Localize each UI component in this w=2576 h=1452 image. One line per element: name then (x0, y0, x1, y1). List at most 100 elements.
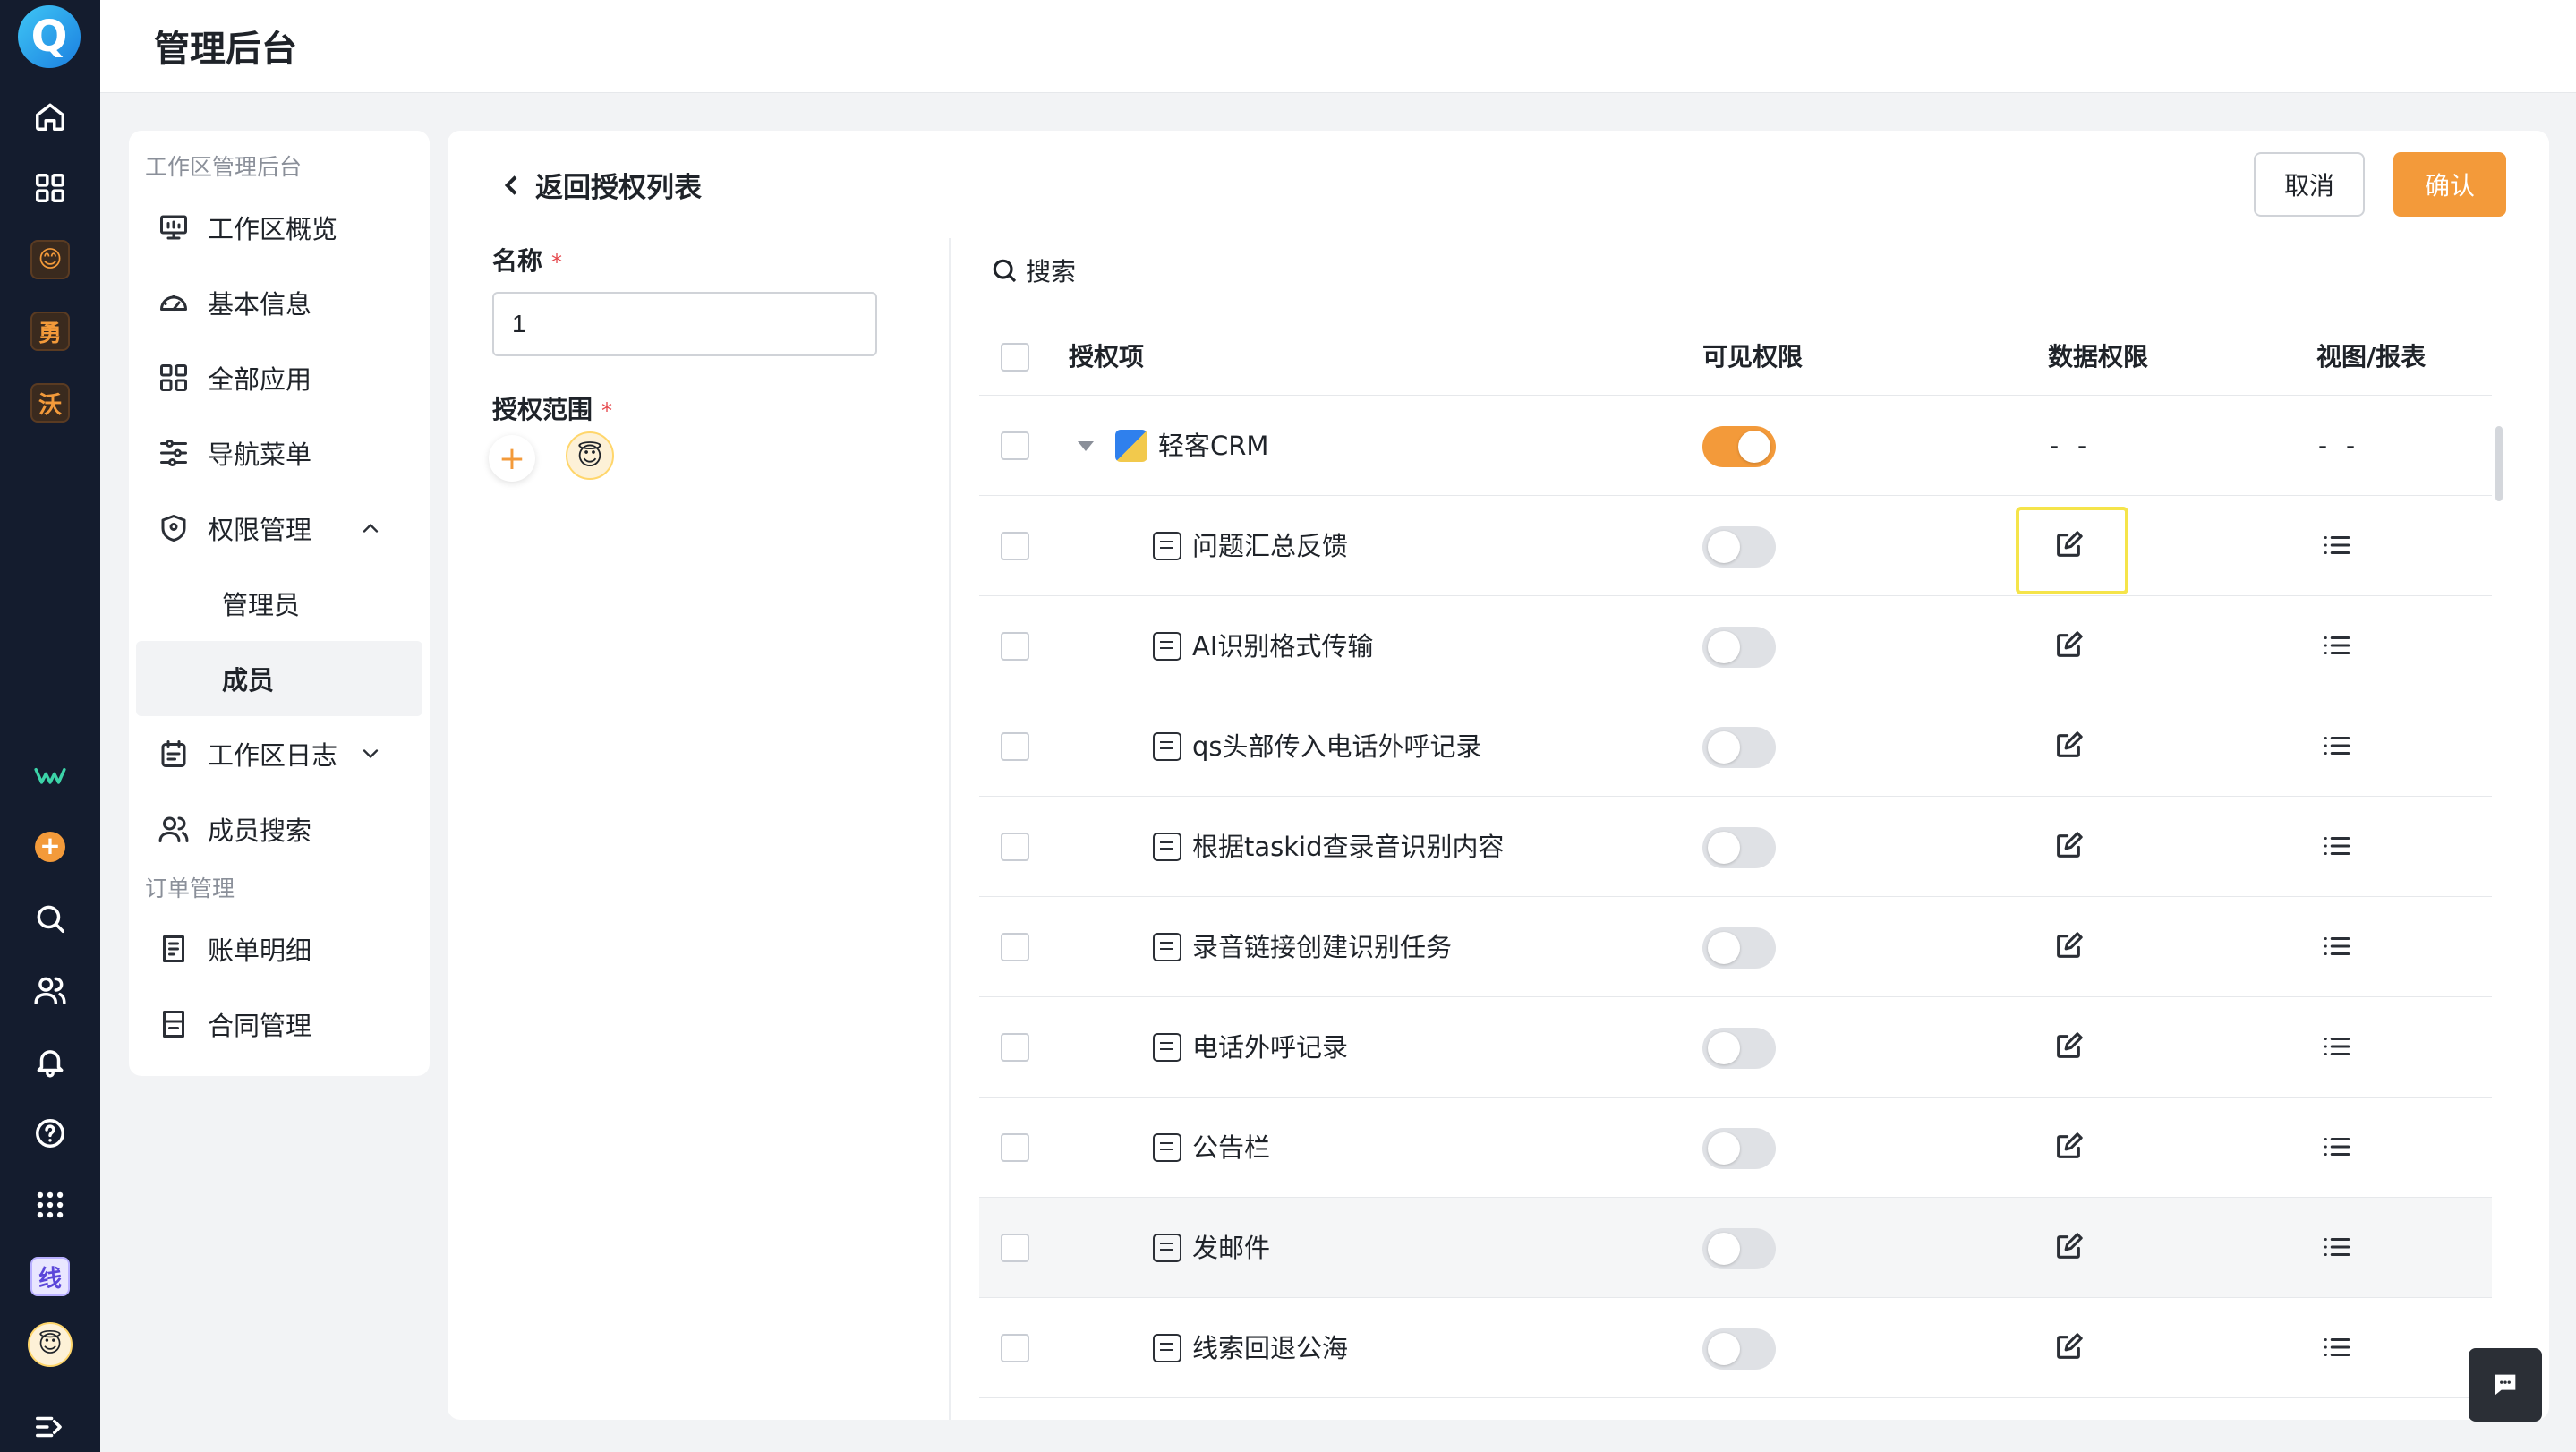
edit-icon[interactable] (2053, 1031, 2084, 1062)
visible-toggle[interactable] (1702, 1228, 1776, 1269)
list-icon[interactable] (2322, 1232, 2352, 1262)
row-checkbox[interactable] (1001, 1133, 1029, 1162)
list-icon[interactable] (2322, 831, 2352, 861)
page-title: 管理后台 (154, 29, 297, 70)
visible-toggle[interactable] (1702, 727, 1776, 768)
document-icon (1153, 632, 1181, 661)
row-checkbox[interactable] (1001, 532, 1029, 560)
menu-item-overview[interactable]: 工作区概览 (129, 190, 430, 265)
table-row: 发邮件 (979, 1198, 2492, 1298)
menu-sub-admins[interactable]: 管理员 (129, 566, 430, 641)
user-avatar[interactable]: 😇 (25, 1320, 75, 1370)
table-row: 录音链接创建识别任务 (979, 897, 2492, 997)
row-checkbox[interactable] (1001, 1033, 1029, 1062)
list-icon[interactable] (2322, 1332, 2352, 1362)
document-icon (1153, 1033, 1181, 1062)
app-logo[interactable]: Q (18, 5, 81, 68)
search-icon[interactable] (25, 893, 75, 944)
caret-down-icon[interactable] (1078, 440, 1094, 451)
back-link[interactable]: 返回授权列表 (498, 165, 702, 205)
brand-w-icon[interactable] (25, 750, 75, 800)
add-icon[interactable]: + (25, 822, 75, 872)
row-checkbox[interactable] (1001, 632, 1029, 661)
menu-item-nav-menu[interactable]: 导航菜单 (129, 415, 430, 491)
confirm-button[interactable]: 确认 (2393, 152, 2506, 217)
menu-sub-members[interactable]: 成员 (136, 641, 422, 716)
menu-item-workspace-log[interactable]: 工作区日志 (129, 716, 430, 791)
home-icon[interactable] (25, 91, 75, 141)
col-data: 数据权限 (2048, 342, 2149, 372)
row-checkbox[interactable] (1001, 1334, 1029, 1362)
monitor-icon (160, 215, 187, 240)
edit-icon[interactable] (2053, 1132, 2084, 1162)
row-label: 根据taskid查录音识别内容 (1192, 832, 1505, 862)
menu-item-all-apps[interactable]: 全部应用 (129, 340, 430, 415)
menu-item-basic-info[interactable]: 基本信息 (129, 265, 430, 340)
edit-icon[interactable] (2053, 730, 2084, 761)
list-icon[interactable] (2322, 730, 2352, 761)
list-icon[interactable] (2322, 630, 2352, 661)
row-checkbox[interactable] (1001, 1234, 1029, 1262)
row-checkbox[interactable] (1001, 431, 1029, 460)
bell-icon[interactable] (25, 1037, 75, 1087)
name-input[interactable] (492, 292, 877, 356)
visible-toggle[interactable] (1702, 627, 1776, 668)
search-box[interactable]: 搜索 (990, 252, 1076, 288)
document-icon (1153, 1133, 1181, 1162)
row-checkbox[interactable] (1001, 933, 1029, 961)
menu-item-member-search[interactable]: 成员搜索 (129, 791, 430, 867)
visible-toggle[interactable] (1702, 1028, 1776, 1069)
visible-toggle[interactable] (1702, 1328, 1776, 1370)
row-checkbox[interactable] (1001, 732, 1029, 761)
data-permission-value: - - (2050, 431, 2093, 460)
add-scope-button[interactable]: + (489, 435, 535, 482)
app-shortcut-3[interactable]: 沃 (25, 378, 75, 428)
table-scrollbar[interactable] (2495, 426, 2503, 501)
apps-grid-icon[interactable] (25, 163, 75, 213)
edit-icon[interactable] (2053, 630, 2084, 661)
app-shortcut-1[interactable]: 😊 (25, 235, 75, 285)
row-label: 录音链接创建识别任务 (1192, 932, 1453, 962)
sliders-icon (160, 440, 187, 466)
contacts-icon[interactable] (25, 965, 75, 1015)
dots-grid-icon[interactable] (25, 1180, 75, 1230)
table-body: 轻客CRM - - - - 问题汇总反馈 AI识别格式传输 qs头部传入电话外呼记录… (979, 396, 2492, 1398)
shield-icon (161, 515, 186, 542)
list-icon[interactable] (2322, 530, 2352, 560)
scope-member-avatar[interactable]: 😇 (566, 431, 614, 480)
select-all-checkbox[interactable] (1001, 343, 1029, 372)
edit-icon[interactable] (2053, 931, 2084, 961)
document-icon (1153, 1234, 1181, 1262)
search-placeholder: 搜索 (1026, 257, 1077, 286)
row-name: 录音链接创建识别任务 (1153, 897, 1452, 997)
chat-button[interactable] (2469, 1348, 2542, 1422)
expand-icon[interactable] (25, 1402, 75, 1452)
menu-item-bills[interactable]: 账单明细 (129, 911, 430, 987)
cancel-button[interactable]: 取消 (2254, 152, 2365, 217)
visible-toggle[interactable] (1702, 827, 1776, 868)
edit-icon[interactable] (2053, 1232, 2084, 1262)
side-menu: 工作区管理后台 工作区概览 基本信息 全部应用 导航菜单 权限管理 管理员 成员… (129, 131, 430, 1076)
table-header: 授权项 可见权限 数据权限 视图/报表 (979, 319, 2492, 396)
visible-toggle[interactable] (1702, 927, 1776, 969)
list-icon[interactable] (2322, 1132, 2352, 1162)
panel-divider (949, 238, 951, 1420)
help-icon[interactable] (25, 1108, 75, 1158)
edit-icon[interactable] (2053, 831, 2084, 861)
edit-icon[interactable] (2053, 1332, 2084, 1362)
menu-item-label: 成员搜索 (208, 816, 312, 846)
chat-icon (2495, 1374, 2516, 1396)
visible-toggle[interactable] (1702, 426, 1776, 467)
workspace-switch[interactable]: 线 (25, 1251, 75, 1302)
list-icon[interactable] (2322, 931, 2352, 961)
menu-item-permissions[interactable]: 权限管理 (129, 491, 430, 566)
document-icon (1153, 1334, 1181, 1362)
visible-toggle[interactable] (1702, 526, 1776, 568)
search-icon (993, 259, 1017, 283)
row-checkbox[interactable] (1001, 833, 1029, 861)
table-row: 公告栏 (979, 1098, 2492, 1198)
menu-item-contracts[interactable]: 合同管理 (129, 987, 430, 1062)
app-shortcut-2[interactable]: 勇 (25, 306, 75, 356)
visible-toggle[interactable] (1702, 1128, 1776, 1169)
list-icon[interactable] (2322, 1031, 2352, 1062)
